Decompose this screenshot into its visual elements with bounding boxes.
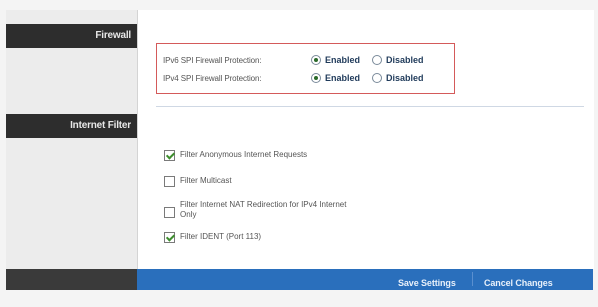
sidebar-firewall-label: Firewall (95, 30, 131, 41)
ipv4-disabled-label: Disabled (386, 73, 424, 83)
ipv4-enabled-radio[interactable] (311, 73, 321, 83)
filter-nat-redirection-label-line2: Only (180, 210, 197, 219)
ipv4-disabled-option[interactable]: Disabled (372, 73, 424, 83)
section-divider (156, 106, 584, 107)
ipv6-firewall-label: IPv6 SPI Firewall Protection: (163, 55, 262, 65)
ipv4-firewall-row: IPv4 SPI Firewall Protection: Enabled Di… (163, 69, 436, 87)
filter-nat-redirection-label: Filter Internet NAT Redirection for IPv4… (180, 200, 346, 220)
filter-anonymous-requests[interactable]: Filter Anonymous Internet Requests (164, 150, 307, 161)
firewall-highlight-box: IPv6 SPI Firewall Protection: Enabled Di… (156, 43, 455, 94)
filter-ident[interactable]: Filter IDENT (Port 113) (164, 232, 261, 243)
filter-multicast[interactable]: Filter Multicast (164, 176, 232, 187)
ipv6-disabled-radio[interactable] (372, 55, 383, 65)
ipv6-enabled-option[interactable]: Enabled (311, 55, 360, 65)
ipv4-enabled-option[interactable]: Enabled (311, 73, 360, 83)
ipv6-enabled-label: Enabled (325, 55, 361, 65)
ipv6-enabled-radio[interactable] (311, 55, 321, 65)
ipv6-disabled-label: Disabled (386, 55, 424, 65)
cancel-changes-button[interactable]: Cancel Changes (484, 276, 553, 290)
filter-nat-redirection-checkbox[interactable] (164, 207, 175, 218)
filter-anonymous-requests-checkbox[interactable] (164, 150, 175, 161)
filter-ident-checkbox[interactable] (164, 232, 175, 243)
main-panel: IPv6 SPI Firewall Protection: Enabled Di… (137, 10, 594, 269)
ipv4-disabled-radio[interactable] (372, 73, 383, 83)
footer-left-bar (6, 269, 137, 290)
filter-ident-label: Filter IDENT (Port 113) (180, 232, 262, 241)
sidebar: Firewall Internet Filter (6, 10, 137, 290)
filter-multicast-checkbox[interactable] (164, 176, 175, 187)
filter-anonymous-requests-label: Filter Anonymous Internet Requests (180, 150, 308, 159)
footer-button-divider (472, 272, 473, 286)
sidebar-internet-filter-label: Internet Filter (70, 120, 131, 131)
sidebar-header-internet-filter: Internet Filter (6, 114, 137, 138)
filter-nat-redirection[interactable]: Filter Internet NAT Redirection for IPv4… (164, 200, 346, 220)
save-settings-button[interactable]: Save Settings (398, 276, 456, 290)
ipv6-disabled-option[interactable]: Disabled (372, 55, 424, 65)
ipv6-firewall-row: IPv6 SPI Firewall Protection: Enabled Di… (163, 51, 436, 69)
filter-multicast-label: Filter Multicast (180, 176, 232, 185)
sidebar-header-firewall: Firewall (6, 24, 137, 48)
ipv4-enabled-label: Enabled (325, 73, 361, 83)
filter-nat-redirection-label-line1: Filter Internet NAT Redirection for IPv4… (180, 200, 347, 209)
ipv4-firewall-label: IPv4 SPI Firewall Protection: (163, 73, 262, 83)
